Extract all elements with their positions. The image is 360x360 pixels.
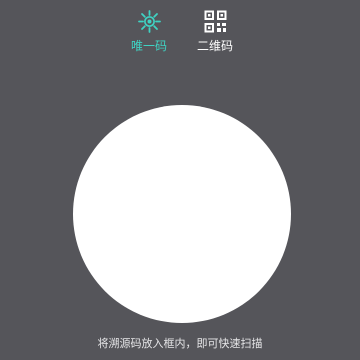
scan-mode-tabs: 唯一码 二维码 (0, 10, 360, 60)
tab-unique-code[interactable]: 唯一码 (119, 10, 179, 60)
scan-frame[interactable] (73, 105, 291, 323)
unique-code-icon (138, 10, 161, 33)
scanner-screen: 唯一码 二维码 将溯源码放入框内，即可快速扫描 (0, 0, 360, 360)
qr-code-icon (204, 10, 227, 33)
scan-hint-text: 将溯源码放入框内，即可快速扫描 (97, 337, 263, 350)
tab-qr-code-label: 二维码 (196, 39, 233, 53)
tab-qr-code[interactable]: 二维码 (185, 10, 245, 60)
tab-unique-code-label: 唯一码 (130, 39, 167, 53)
